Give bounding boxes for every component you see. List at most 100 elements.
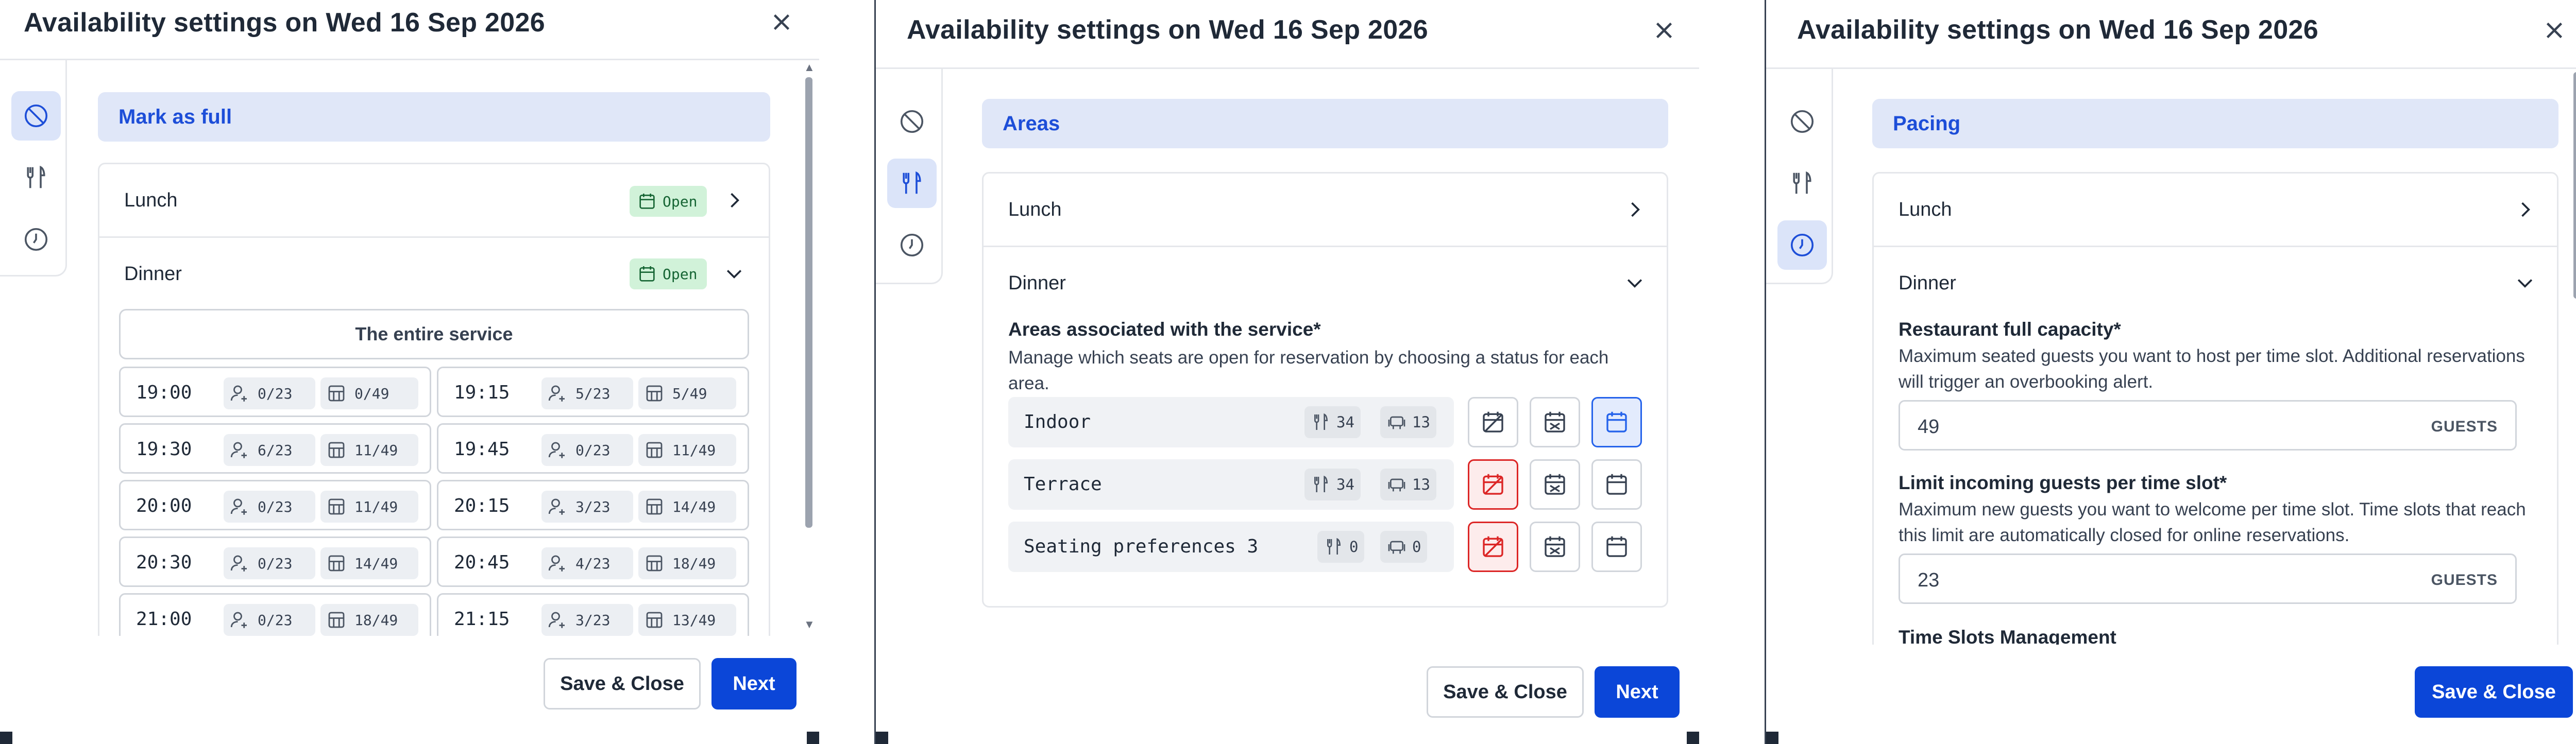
entire-service-button[interactable]: The entire service <box>119 309 749 359</box>
table-count: 14/49 <box>672 498 716 515</box>
guest-add-icon <box>548 612 565 628</box>
pacing-dialog: Availability settings on Wed 16 Sep 2026… <box>1765 0 2576 744</box>
rail-mark-as-full-button[interactable] <box>887 97 937 146</box>
scroll-up-arrow[interactable]: ▲ <box>804 61 815 74</box>
mark-open-button[interactable] <box>1591 522 1642 572</box>
scrollbar[interactable] <box>2573 72 2576 299</box>
dialog-title: Availability settings on Wed 16 Sep 2026 <box>907 15 1428 45</box>
dialog-title: Availability settings on Wed 16 Sep 2026 <box>1797 15 2318 45</box>
rail-areas-button[interactable] <box>887 159 937 208</box>
rail-pacing-button[interactable] <box>11 215 61 264</box>
guest-count: 4/23 <box>575 555 611 572</box>
close-icon[interactable] <box>2540 16 2568 44</box>
chevron-right-icon[interactable] <box>1623 198 1646 221</box>
time-slot[interactable]: 19:30 6/23 11/49 <box>119 423 431 474</box>
service-row-lunch[interactable]: Lunch <box>1874 174 2557 246</box>
table-icon <box>646 555 663 572</box>
area-name: Seating preferences 3 <box>1024 536 1259 557</box>
scroll-down-arrow[interactable]: ▼ <box>804 618 815 631</box>
cutlery-icon <box>27 165 45 188</box>
seat-count: 34 <box>1336 476 1354 493</box>
waitlist-button[interactable] <box>1530 397 1580 447</box>
guest-add-icon <box>548 498 565 515</box>
guest-add-icon <box>548 442 565 458</box>
mark-open-button[interactable] <box>1591 397 1642 447</box>
save-close-button[interactable]: Save & Close <box>544 658 701 710</box>
waitlist-button[interactable] <box>1530 459 1580 510</box>
time-slot[interactable]: 19:45 0/23 11/49 <box>437 423 749 474</box>
table-count-chip: 11/49 <box>638 434 736 466</box>
chevron-right-icon[interactable] <box>2514 198 2536 221</box>
area-row: Terrace 34 13 <box>1008 459 1454 510</box>
time-slot[interactable]: 20:30 0/23 14/49 <box>119 537 431 587</box>
limit-input[interactable]: 23 GUESTS <box>1899 553 2517 604</box>
slot-time: 20:30 <box>136 552 192 573</box>
time-slot[interactable]: 19:15 5/23 5/49 <box>437 367 749 417</box>
capacity-unit: GUESTS <box>2431 418 2498 435</box>
close-icon[interactable] <box>768 8 795 36</box>
table-count: 13 <box>1412 476 1430 493</box>
table-count-chip: 13/49 <box>638 604 736 636</box>
rail-pacing-button[interactable] <box>887 220 937 270</box>
service-name: Lunch <box>1008 198 1062 220</box>
clock-icon <box>24 228 48 251</box>
service-name: Dinner <box>1899 272 1956 294</box>
table-icon <box>646 442 663 458</box>
window-corner <box>1687 732 1699 744</box>
guest-add-icon <box>548 555 565 572</box>
service-row-lunch[interactable]: Lunch <box>984 174 1667 246</box>
slot-time: 19:00 <box>136 382 192 403</box>
slot-time: 21:00 <box>136 609 192 630</box>
waitlist-button[interactable] <box>1530 522 1580 572</box>
rail-areas-button[interactable] <box>1777 159 1827 208</box>
table-icon <box>646 612 663 628</box>
save-close-button[interactable]: Save & Close <box>2415 666 2573 718</box>
table-count-chip: 0 <box>1380 531 1428 563</box>
chevron-down-icon[interactable] <box>1623 271 1646 294</box>
next-button[interactable]: Next <box>1595 666 1680 718</box>
rail-areas-button[interactable] <box>11 153 61 202</box>
table-count: 11/49 <box>354 441 398 459</box>
slot-time: 20:15 <box>454 495 510 516</box>
chevron-down-icon[interactable] <box>2514 271 2536 294</box>
mark-as-full-dialog: Availability settings on Wed 16 Sep 2026… <box>0 0 819 744</box>
table-count-chip: 14/49 <box>320 547 418 579</box>
rail-pacing-button[interactable] <box>1777 220 1827 270</box>
time-slot[interactable]: 20:45 4/23 18/49 <box>437 537 749 587</box>
service-row-dinner[interactable]: Dinner <box>1874 247 2557 319</box>
chevron-right-icon[interactable] <box>723 189 745 212</box>
save-close-button[interactable]: Save & Close <box>1427 666 1584 718</box>
service-row-dinner[interactable]: Dinner <box>984 247 1667 319</box>
chevron-down-icon[interactable] <box>723 262 745 285</box>
table-count-chip: 11/49 <box>320 491 418 523</box>
scrollbar[interactable] <box>805 77 812 528</box>
mark-open-button[interactable] <box>1591 459 1642 510</box>
close-icon[interactable] <box>1650 16 1678 44</box>
table-count: 0 <box>1412 538 1421 556</box>
table-seats-icon <box>1388 478 1405 492</box>
header-divider <box>0 59 819 60</box>
rail-mark-as-full-button[interactable] <box>1777 97 1827 146</box>
capacity-input[interactable]: 49 GUESTS <box>1899 400 2517 451</box>
rail-mark-as-full-button[interactable] <box>11 91 61 141</box>
settings-rail <box>876 69 943 284</box>
time-slot[interactable]: 20:00 0/23 11/49 <box>119 480 431 530</box>
table-count-chip: 14/49 <box>638 491 736 523</box>
section-header: Pacing <box>1872 99 2558 148</box>
mark-full-button[interactable] <box>1468 522 1518 572</box>
cutlery-icon <box>903 171 921 194</box>
guest-count: 5/23 <box>575 385 611 402</box>
next-button[interactable]: Next <box>711 658 796 710</box>
mark-full-button[interactable] <box>1468 459 1518 510</box>
guest-add-icon <box>230 555 247 572</box>
services-card: Lunch Dinner Restaurant full capacity* M… <box>1872 172 2558 687</box>
service-name: Lunch <box>1899 198 1952 220</box>
table-count: 18/49 <box>672 555 716 572</box>
seat-count-chip: 34 <box>1304 469 1361 500</box>
table-count: 14/49 <box>354 555 398 572</box>
time-slot[interactable]: 19:00 0/23 0/49 <box>119 367 431 417</box>
time-slot[interactable]: 20:15 3/23 14/49 <box>437 480 749 530</box>
mark-full-button[interactable] <box>1468 397 1518 447</box>
areas-dialog: Availability settings on Wed 16 Sep 2026… <box>874 0 1699 744</box>
table-count: 11/49 <box>672 441 716 459</box>
